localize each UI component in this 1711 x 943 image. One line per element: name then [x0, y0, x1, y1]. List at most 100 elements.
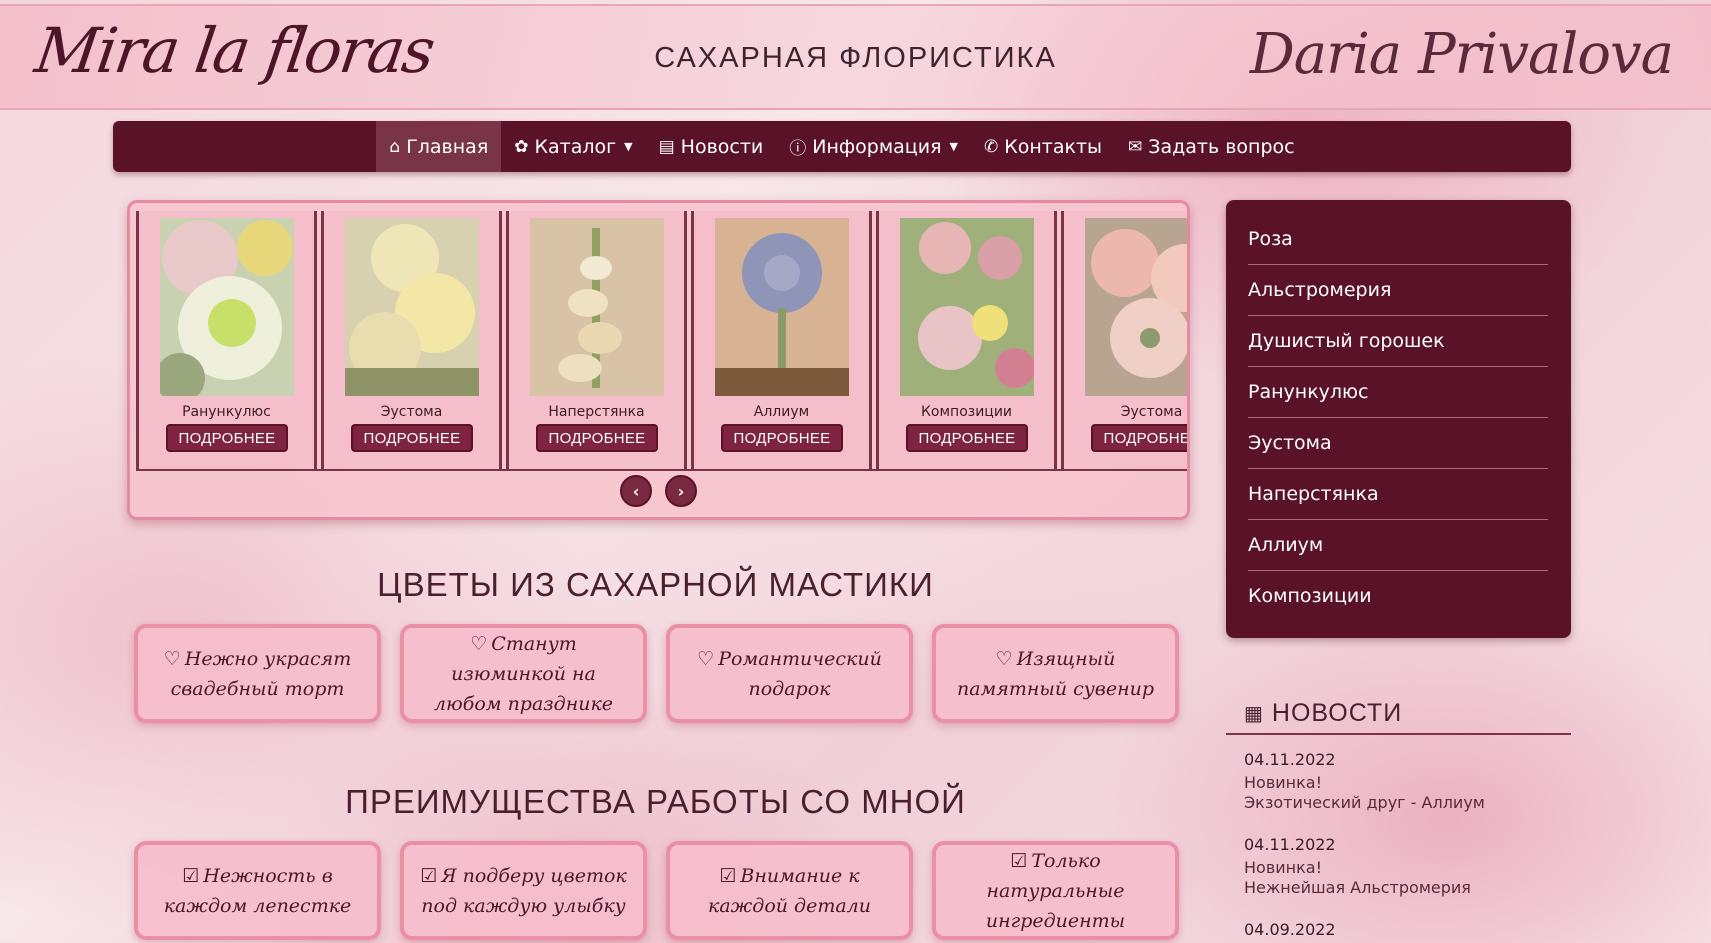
- slide-caption: Эустома: [1120, 404, 1183, 420]
- benefit-cards: ♡ Нежно украсят свадебный торт ♡ Станут из…: [134, 624, 1179, 723]
- advantage-card: ☑ Нежность в каждом лепестке: [134, 841, 381, 940]
- catalog-list: Роза Альстромерия Душистый горошек Ранун…: [1248, 214, 1548, 621]
- heart-icon: ♡: [163, 647, 181, 670]
- card-text: Я подберу цветок под каждую улыбку: [421, 864, 627, 917]
- flower-photo[interactable]: [900, 218, 1034, 396]
- nav-item-label: Новости: [680, 135, 764, 158]
- sidebar-item-rose[interactable]: Роза: [1248, 214, 1548, 265]
- carousel-controls: ‹ ›: [130, 475, 1187, 507]
- slide-caption: Ранункулюс: [182, 404, 271, 420]
- section-title-sugar-flowers: ЦВЕТЫ ИЗ САХАРНОЙ МАСТИКИ: [377, 566, 934, 603]
- carousel-slide: Эустома ПОДРОБНЕЕ: [321, 211, 502, 469]
- carousel-slide: Ранункулюс ПОДРОБНЕЕ: [136, 211, 317, 469]
- news-date: 04.11.2022: [1244, 835, 1336, 854]
- heart-icon: ♡: [470, 632, 488, 655]
- flower-photo[interactable]: [715, 218, 849, 396]
- news-title: НОВОСТИ: [1271, 698, 1403, 727]
- carousel-slide: Наперстянка ПОДРОБНЕЕ: [506, 211, 687, 469]
- feature-card: ♡ Станут изюминкой на любом празднике: [400, 624, 647, 723]
- phone-icon: ✆: [984, 136, 999, 157]
- advantage-card: ☑ Я подберу цветок под каждую улыбку: [400, 841, 647, 940]
- nav-item-home[interactable]: ⌂ Главная: [376, 121, 502, 172]
- card-text: Нежно украсят свадебный торт: [170, 647, 352, 700]
- nav-item-news[interactable]: ▤ Новости: [646, 121, 777, 172]
- more-button[interactable]: ПОДРОБНЕЕ: [536, 424, 658, 452]
- sidebar-item-compositions[interactable]: Композиции: [1248, 571, 1548, 621]
- section-title-advantages: ПРЕИМУЩЕСТВА РАБОТЫ СО МНОЙ: [345, 783, 966, 820]
- carousel-slide: Композиции ПОДРОБНЕЕ: [876, 211, 1057, 469]
- more-button[interactable]: ПОДРОБНЕЕ: [166, 424, 288, 452]
- feature-card: ♡ Нежно украсят свадебный торт: [134, 624, 381, 723]
- sidebar-item-sweet-pea[interactable]: Душистый горошек: [1248, 316, 1548, 367]
- nav-item-info[interactable]: ⓘ Информация ▼: [776, 121, 971, 172]
- sidebar-item-ranunculus[interactable]: Ранункулюс: [1248, 367, 1548, 418]
- carousel-next-button[interactable]: ›: [665, 475, 697, 507]
- sidebar-item-eustoma[interactable]: Эустома: [1248, 418, 1548, 469]
- news-item[interactable]: 04.11.2022 Новинка! Экзотический друг - …: [1244, 750, 1564, 813]
- slide-caption: Композиции: [920, 404, 1013, 420]
- news-text-line[interactable]: Экзотический друг - Аллиум: [1244, 793, 1564, 813]
- nav-item-contacts[interactable]: ✆ Контакты: [971, 121, 1115, 172]
- flower-photo[interactable]: [530, 218, 664, 396]
- more-button[interactable]: ПОДРОБНЕЕ: [721, 424, 843, 452]
- card-text: Только натуральные ингредиенты: [985, 849, 1126, 932]
- check-square-icon: ☑: [182, 864, 200, 887]
- news-item[interactable]: 04.09.2022: [1244, 920, 1564, 939]
- advantage-cards: ☑ Нежность в каждом лепестке ☑ Я подберу ц…: [134, 841, 1179, 940]
- news-date: 04.09.2022: [1244, 920, 1336, 939]
- main-navigation: ⌂ Главная ✿ Каталог ▼ ▤ Новости ⓘ Информ…: [113, 121, 1571, 172]
- logo-daria-privalova: Daria Privalova: [1249, 22, 1674, 87]
- nav-item-label: Контакты: [1004, 135, 1103, 158]
- card-text: Романтический подарок: [718, 647, 882, 700]
- nav-item-ask-question[interactable]: ✉ Задать вопрос: [1115, 121, 1308, 172]
- carousel-prev-button[interactable]: ‹: [620, 475, 652, 507]
- slide-caption: Наперстянка: [548, 404, 645, 420]
- info-icon: ⓘ: [789, 139, 807, 159]
- news-list: 04.11.2022 Новинка! Экзотический друг - …: [1244, 750, 1564, 943]
- flower-photo[interactable]: [345, 218, 479, 396]
- heart-icon: ♡: [697, 647, 715, 670]
- news-heading: ▦ НОВОСТИ: [1226, 693, 1571, 735]
- nav-item-label: Каталог: [534, 135, 617, 158]
- nav-item-label: Главная: [406, 135, 489, 158]
- flower-icon: ✿: [514, 136, 529, 157]
- news-text-line[interactable]: Новинка!: [1244, 858, 1564, 878]
- slide-caption: Аллиум: [753, 404, 810, 420]
- heart-icon: ♡: [995, 647, 1013, 670]
- advantage-card: ☑ Внимание к каждой детали: [666, 841, 913, 940]
- carousel-slide: Аллиум ПОДРОБНЕЕ: [691, 211, 872, 469]
- check-square-icon: ☑: [420, 864, 438, 887]
- sidebar-item-foxglove[interactable]: Наперстянка: [1248, 469, 1548, 520]
- nav-item-catalog[interactable]: ✿ Каталог ▼: [501, 121, 645, 172]
- news-text-line[interactable]: Нежнейшая Альстромерия: [1244, 878, 1564, 898]
- more-button[interactable]: ПОДРОБНЕЕ: [1091, 424, 1187, 452]
- chevron-down-icon: ▼: [949, 140, 958, 153]
- sidebar-item-allium[interactable]: Аллиум: [1248, 520, 1548, 571]
- feature-card: ♡ Изящный памятный сувенир: [932, 624, 1179, 723]
- card-text: Станут изюминкой на любом празднике: [433, 632, 614, 715]
- product-carousel: Ранункулюс ПОДРОБНЕЕ Эустома ПОДРОБНЕЕ Н…: [127, 200, 1190, 520]
- card-text: Изящный памятный сувенир: [956, 647, 1155, 700]
- document-icon: ▤: [658, 136, 675, 157]
- sidebar-item-alstroemeria[interactable]: Альстромерия: [1248, 265, 1548, 316]
- newspaper-icon: ▦: [1244, 702, 1264, 725]
- advantage-card: ☑ Только натуральные ингредиенты: [932, 841, 1179, 940]
- news-date: 04.11.2022: [1244, 750, 1336, 769]
- envelope-icon: ✉: [1128, 136, 1143, 157]
- nav-item-label: Задать вопрос: [1148, 135, 1295, 158]
- news-text-line[interactable]: Новинка!: [1244, 773, 1564, 793]
- home-icon: ⌂: [389, 136, 401, 157]
- carousel-track: Ранункулюс ПОДРОБНЕЕ Эустома ПОДРОБНЕЕ Н…: [136, 211, 1190, 471]
- more-button[interactable]: ПОДРОБНЕЕ: [351, 424, 473, 452]
- nav-item-label: Информация: [812, 135, 942, 158]
- flower-photo[interactable]: [1085, 218, 1190, 396]
- news-item[interactable]: 04.11.2022 Новинка! Нежнейшая Альстромер…: [1244, 835, 1564, 898]
- site-header: Mira la floras САХАРНАЯ ФЛОРИСТИКА Daria…: [0, 4, 1711, 110]
- slide-caption: Эустома: [380, 404, 443, 420]
- more-button[interactable]: ПОДРОБНЕЕ: [906, 424, 1028, 452]
- chevron-down-icon: ▼: [624, 140, 633, 153]
- flower-photo[interactable]: [160, 218, 294, 396]
- feature-card: ♡ Романтический подарок: [666, 624, 913, 723]
- check-square-icon: ☑: [719, 864, 737, 887]
- catalog-sidebar: Роза Альстромерия Душистый горошек Ранун…: [1226, 200, 1571, 638]
